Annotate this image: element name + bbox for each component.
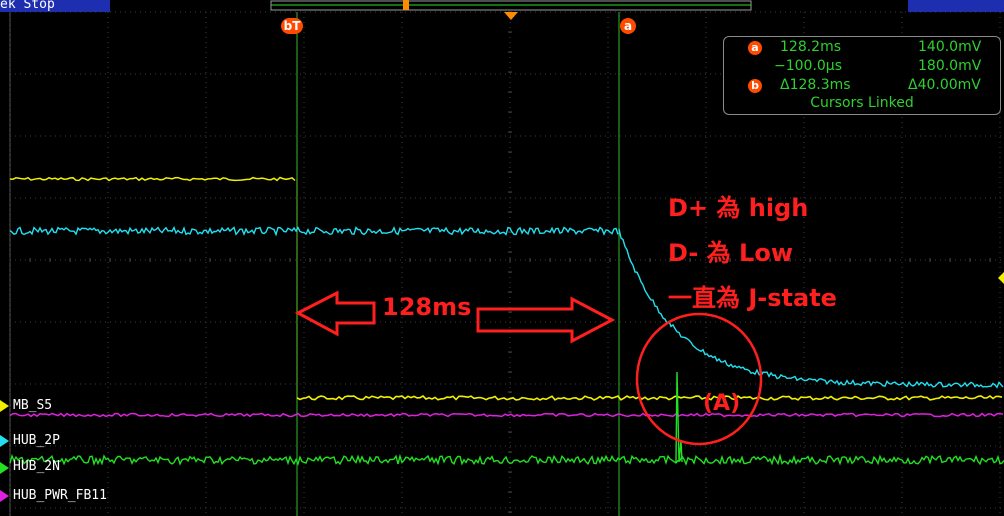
- cursor-b-readout-badge: b: [748, 79, 762, 93]
- channel-label-mb-s5[interactable]: MB_S5: [13, 398, 52, 413]
- trace-hub-2n: [9, 453, 1004, 467]
- trace-hub-2n-glitch: [675, 371, 683, 463]
- trace-hub-pwr-fb11: [9, 412, 1004, 418]
- annotation-j-state: 一直為 J-state: [668, 284, 837, 312]
- annotation-dplus-high: D+ 為 high: [668, 194, 809, 222]
- cursor-readout-panel: a 128.2ms 140.0mV −100.0μs 180.0mV b Δ12…: [723, 36, 1001, 115]
- delta-voltage: Δ40.00mV: [908, 77, 981, 93]
- channel-3-marker[interactable]: [0, 462, 9, 474]
- highlight-circle: [635, 312, 763, 446]
- trace-hub-2p-high: [9, 225, 619, 237]
- cursor-b-voltage: 180.0mV: [918, 58, 982, 74]
- delta-time: Δ128.3ms: [780, 77, 851, 93]
- cursor-b-time: −100.0μs: [774, 58, 843, 74]
- cursor-a-readout-badge: a: [748, 41, 762, 55]
- annotation-dminus-low: D- 為 Low: [668, 239, 793, 267]
- oscilloscope-screen: ek Stop bT a a 128.2ms 140.0mV −100.0μs …: [0, 0, 1004, 516]
- cursor-a-time: 128.2ms: [780, 39, 842, 55]
- trigger-point-icon: [504, 12, 518, 20]
- channel-label-hub-2n[interactable]: HUB_2N: [13, 459, 60, 474]
- channel-4-marker[interactable]: [0, 490, 9, 502]
- trace-mb-s5-low: [296, 395, 1003, 401]
- channel-label-hub-2p[interactable]: HUB_2P: [13, 433, 60, 448]
- left-arrow-icon: [294, 290, 376, 337]
- channel-2-marker[interactable]: [0, 435, 9, 447]
- cursor-b-trigger-badge[interactable]: bT: [281, 18, 303, 34]
- trace-mb-s5-high: [9, 176, 296, 182]
- right-edge-marker-icon: [998, 272, 1004, 284]
- channel-1-marker[interactable]: [0, 400, 9, 412]
- channel-label-hub-pwr-fb11[interactable]: HUB_PWR_FB11: [13, 488, 107, 503]
- cursors-linked-label: Cursors Linked: [810, 95, 914, 111]
- annotation-interval: 128ms: [382, 293, 472, 321]
- right-arrow-icon: [476, 296, 616, 344]
- cursor-a-voltage: 140.0mV: [918, 39, 982, 55]
- annotation-circle-label: (A): [703, 391, 741, 416]
- cursor-a-badge[interactable]: a: [620, 18, 636, 34]
